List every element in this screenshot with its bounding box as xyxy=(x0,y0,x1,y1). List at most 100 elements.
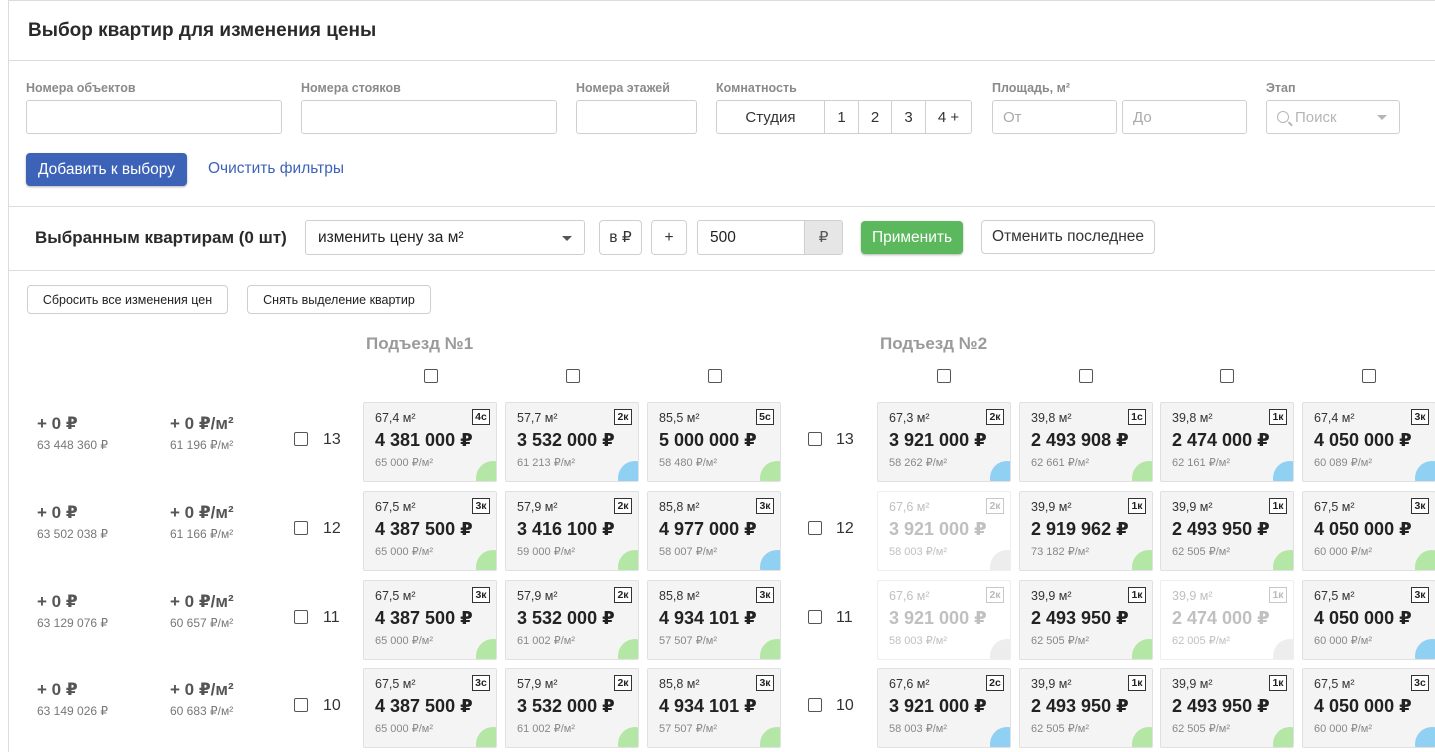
apartment-card[interactable]: 57,9 м² 2к 3 532 000 ₽ 61 002 ₽/м² xyxy=(505,580,639,660)
apartment-price: 2 919 962 ₽ xyxy=(1031,519,1129,539)
floor-checkbox[interactable] xyxy=(294,432,308,446)
rooms-label: Комнатность xyxy=(716,81,797,95)
undo-last-button[interactable]: Отменить последнее xyxy=(981,220,1155,254)
floor-checkbox[interactable] xyxy=(808,698,822,712)
rooms-option-1[interactable]: 1 xyxy=(825,101,859,133)
apartment-type-badge: 3к xyxy=(1411,587,1429,603)
apartment-type-badge: 3к xyxy=(472,498,490,514)
floor-checkbox[interactable] xyxy=(294,698,308,712)
floor-checkbox[interactable] xyxy=(808,521,822,535)
objects-input[interactable] xyxy=(26,100,282,134)
apartment-price: 4 381 000 ₽ xyxy=(375,430,473,450)
apartment-area: 67,4 м² xyxy=(375,411,416,425)
apartment-card[interactable]: 85,5 м² 5с 5 000 000 ₽ 58 480 ₽/м² xyxy=(647,402,781,482)
apartment-type-badge: 3с xyxy=(1411,675,1429,691)
riser-checkbox[interactable] xyxy=(708,369,722,383)
riser-checkbox[interactable] xyxy=(1220,369,1234,383)
floor-total-price: 63 502 038 ₽ xyxy=(37,527,109,541)
apartment-card[interactable]: 85,8 м² 3к 4 977 000 ₽ 58 007 ₽/м² xyxy=(647,491,781,571)
stage-select[interactable]: Поиск xyxy=(1266,100,1400,134)
apartment-type-badge: 1с xyxy=(1128,409,1146,425)
apartment-area: 39,9 м² xyxy=(1031,500,1072,514)
floor-checkbox[interactable] xyxy=(808,610,822,624)
riser-checkbox[interactable] xyxy=(566,369,580,383)
floors-input[interactable] xyxy=(576,100,697,134)
apartment-card[interactable]: 57,9 м² 2к 3 532 000 ₽ 61 002 ₽/м² xyxy=(505,668,639,748)
apartment-price: 4 934 101 ₽ xyxy=(659,696,757,716)
apartment-area: 39,9 м² xyxy=(1031,589,1072,603)
apartment-price-per-m2: 58 003 ₽/м² xyxy=(889,635,947,647)
apartment-card[interactable]: 67,5 м² 3с 4 387 500 ₽ 65 000 ₽/м² xyxy=(363,668,497,748)
apartment-card[interactable]: 39,9 м² 1к 2 493 950 ₽ 62 505 ₽/м² xyxy=(1160,491,1294,571)
apartment-card[interactable]: 67,4 м² 3к 4 050 000 ₽ 60 089 ₽/м² xyxy=(1302,402,1435,482)
apartment-price-per-m2: 60 089 ₽/м² xyxy=(1314,457,1372,469)
floor-ppm-delta: + 0 ₽/м² xyxy=(170,680,234,699)
apartment-area: 67,6 м² xyxy=(889,500,930,514)
sign-toggle-button[interactable]: + xyxy=(651,220,687,255)
riser-checkbox[interactable] xyxy=(1362,369,1376,383)
stage-placeholder: Поиск xyxy=(1295,108,1337,126)
apartment-card[interactable]: 67,6 м² 2с 3 921 000 ₽ 58 003 ₽/м² xyxy=(877,668,1011,748)
apply-button[interactable]: Применить xyxy=(861,221,963,254)
apartment-price-per-m2: 61 002 ₽/м² xyxy=(517,635,575,647)
floor-checkbox[interactable] xyxy=(294,610,308,624)
apartment-card[interactable]: 67,5 м² 3к 4 387 500 ₽ 65 000 ₽/м² xyxy=(363,580,497,660)
apartment-area: 39,9 м² xyxy=(1172,500,1213,514)
apartment-card[interactable]: 67,4 м² 4с 4 381 000 ₽ 65 000 ₽/м² xyxy=(363,402,497,482)
apartment-price-per-m2: 57 507 ₽/м² xyxy=(659,723,717,735)
apartment-card[interactable]: 67,6 м² 2к 3 921 000 ₽ 58 003 ₽/м² xyxy=(877,580,1011,660)
apartment-card[interactable]: 57,7 м² 2к 3 532 000 ₽ 61 213 ₽/м² xyxy=(505,402,639,482)
apartment-card[interactable]: 85,8 м² 3к 4 934 101 ₽ 57 507 ₽/м² xyxy=(647,668,781,748)
clear-filters-link[interactable]: Очистить фильтры xyxy=(208,160,344,178)
apartment-card[interactable]: 57,9 м² 2к 3 416 100 ₽ 59 000 ₽/м² xyxy=(505,491,639,571)
apartment-price: 2 474 000 ₽ xyxy=(1172,430,1270,450)
apartment-card[interactable]: 39,8 м² 1с 2 493 908 ₽ 62 661 ₽/м² xyxy=(1019,402,1153,482)
apartment-price-per-m2: 60 000 ₽/м² xyxy=(1314,723,1372,735)
apartment-price: 3 532 000 ₽ xyxy=(517,430,615,450)
rooms-option-3[interactable]: 3 xyxy=(892,101,926,133)
apartment-card[interactable]: 39,9 м² 1к 2 474 000 ₽ 62 005 ₽/м² xyxy=(1160,580,1294,660)
status-indicator xyxy=(1415,639,1435,659)
status-indicator xyxy=(760,727,780,747)
apartment-card[interactable]: 39,9 м² 1к 2 493 950 ₽ 62 505 ₽/м² xyxy=(1019,668,1153,748)
risers-input[interactable] xyxy=(301,100,557,134)
status-indicator xyxy=(1415,461,1435,481)
area-to-input[interactable]: До xyxy=(1122,100,1247,134)
apartment-area: 85,8 м² xyxy=(659,677,700,691)
apartment-type-badge: 2к xyxy=(614,587,632,603)
apartment-type-badge: 2к xyxy=(986,498,1004,514)
apartment-card[interactable]: 39,9 м² 1к 2 919 962 ₽ 73 182 ₽/м² xyxy=(1019,491,1153,571)
apartment-card[interactable]: 67,3 м² 2к 3 921 000 ₽ 58 262 ₽/м² xyxy=(877,402,1011,482)
status-indicator xyxy=(618,461,638,481)
riser-checkbox[interactable] xyxy=(1079,369,1093,383)
apartment-price-per-m2: 61 002 ₽/м² xyxy=(517,723,575,735)
apartment-area: 67,5 м² xyxy=(1314,677,1355,691)
floor-checkbox[interactable] xyxy=(294,521,308,535)
rooms-option-2[interactable]: 2 xyxy=(859,101,892,133)
apartment-price: 3 921 000 ₽ xyxy=(889,696,987,716)
riser-checkbox[interactable] xyxy=(424,369,438,383)
apartment-card[interactable]: 39,8 м² 1к 2 474 000 ₽ 62 161 ₽/м² xyxy=(1160,402,1294,482)
apartment-card[interactable]: 67,5 м² 3к 4 050 000 ₽ 60 000 ₽/м² xyxy=(1302,491,1435,571)
riser-checkbox[interactable] xyxy=(937,369,951,383)
reset-price-changes-button[interactable]: Сбросить все изменения цен xyxy=(27,285,228,314)
apartment-card[interactable]: 67,5 м² 3к 4 387 500 ₽ 65 000 ₽/м² xyxy=(363,491,497,571)
rooms-option-4plus[interactable]: 4 + xyxy=(926,101,971,133)
floor-number: 13 xyxy=(323,431,341,448)
unit-toggle-button[interactable]: в ₽ xyxy=(599,220,642,255)
apartment-type-badge: 3с xyxy=(472,675,490,691)
rooms-option-studio[interactable]: Студия xyxy=(717,101,825,133)
apartment-card[interactable]: 85,8 м² 3к 4 934 101 ₽ 57 507 ₽/м² xyxy=(647,580,781,660)
amount-input[interactable]: 500 xyxy=(698,221,804,254)
change-mode-select[interactable]: изменить цену за м² xyxy=(305,220,585,255)
add-to-selection-button[interactable]: Добавить к выбору xyxy=(26,153,187,186)
apartment-card[interactable]: 67,5 м² 3с 4 050 000 ₽ 60 000 ₽/м² xyxy=(1302,668,1435,748)
clear-apartment-selection-button[interactable]: Снять выделение квартир xyxy=(247,285,431,314)
apartment-card[interactable]: 67,6 м² 2к 3 921 000 ₽ 58 003 ₽/м² xyxy=(877,491,1011,571)
apartment-card[interactable]: 67,5 м² 3к 4 050 000 ₽ 60 000 ₽/м² xyxy=(1302,580,1435,660)
floor-checkbox[interactable] xyxy=(808,432,822,446)
apartment-card[interactable]: 39,9 м² 1к 2 493 950 ₽ 62 505 ₽/м² xyxy=(1019,580,1153,660)
apartment-card[interactable]: 39,9 м² 1к 2 493 950 ₽ 62 505 ₽/м² xyxy=(1160,668,1294,748)
apartment-price-per-m2: 65 000 ₽/м² xyxy=(375,723,433,735)
area-from-input[interactable]: От xyxy=(992,100,1117,134)
